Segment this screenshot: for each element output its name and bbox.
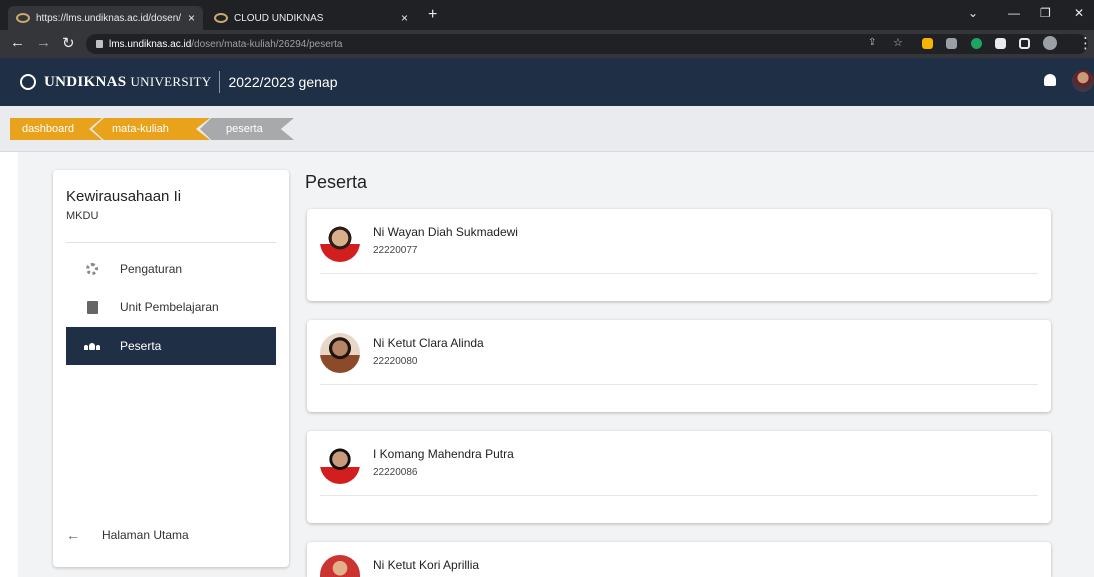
- participant-photo: [320, 333, 360, 373]
- restore-icon[interactable]: ❐: [1040, 6, 1051, 20]
- card-divider: [320, 384, 1038, 385]
- brand-name[interactable]: UNDIKNAS UNIVERSITY: [44, 74, 211, 91]
- sidebar-item-label: Unit Pembelajaran: [120, 300, 219, 314]
- book-icon: [80, 300, 104, 314]
- participant-name: Ni Wayan Diah Sukmadewi: [373, 225, 518, 239]
- participant-card[interactable]: I Komang Mahendra Putra 22220086: [307, 431, 1051, 523]
- camera-extension-icon[interactable]: [946, 38, 957, 49]
- close-window-icon[interactable]: ✕: [1074, 6, 1084, 20]
- home-link-label: Halaman Utama: [102, 528, 189, 542]
- participant-name: I Komang Mahendra Putra: [373, 447, 514, 461]
- participant-photo: [320, 222, 360, 262]
- sidebar-item-pengaturan[interactable]: Pengaturan: [66, 250, 276, 288]
- participant-name: Ni Ketut Kori Aprillia: [373, 558, 480, 572]
- url-host: lms.undiknas.ac.id: [109, 38, 192, 50]
- people-icon: [80, 342, 104, 350]
- bookmark-star-icon[interactable]: ☆: [893, 36, 904, 49]
- minimize-icon[interactable]: —: [1008, 6, 1020, 20]
- reload-icon[interactable]: ↻: [62, 34, 75, 52]
- notification-bell-icon[interactable]: [1044, 74, 1056, 86]
- participant-nim: 22220077: [373, 245, 418, 256]
- back-icon[interactable]: ←: [10, 34, 25, 51]
- undiknas-logo-icon: [20, 74, 36, 90]
- tab-title: CLOUD UNDIKNAS: [234, 12, 324, 24]
- drive-extension-icon[interactable]: [922, 38, 933, 49]
- grammarly-extension-icon[interactable]: [971, 38, 982, 49]
- brand-sub: UNIVERSITY: [130, 73, 212, 89]
- tab-search-icon[interactable]: ⌄: [968, 6, 978, 20]
- browser-tab-bar: https://lms.undiknas.ac.id/dosen/ × CLOU…: [0, 0, 1094, 30]
- side-panel-icon[interactable]: [1019, 38, 1030, 49]
- profile-avatar-icon[interactable]: [1043, 36, 1057, 50]
- browser-tab-cloud[interactable]: CLOUD UNDIKNAS ×: [206, 6, 416, 30]
- course-title: Kewirausahaan Ii: [66, 188, 182, 205]
- close-tab-icon[interactable]: ×: [401, 11, 408, 25]
- forward-icon[interactable]: →: [36, 34, 51, 51]
- course-sidebar: Kewirausahaan Ii MKDU Pengaturan Unit Pe…: [53, 170, 289, 567]
- browser-toolbar: ← → ↻ lms.undiknas.ac.id /dosen/mata-kul…: [0, 30, 1094, 58]
- undiknas-favicon-icon: [214, 13, 228, 23]
- address-bar[interactable]: lms.undiknas.ac.id /dosen/mata-kuliah/26…: [86, 34, 1088, 54]
- user-avatar[interactable]: [1072, 70, 1094, 92]
- participant-nim: 22220086: [373, 467, 418, 478]
- close-tab-icon[interactable]: ×: [188, 11, 195, 25]
- undiknas-favicon-icon: [16, 13, 30, 23]
- participant-photo: [320, 555, 360, 577]
- participant-name: Ni Ketut Clara Alinda: [373, 336, 484, 350]
- academic-term: 2022/2023 genap: [228, 74, 338, 90]
- participant-card[interactable]: Ni Ketut Clara Alinda 22220080: [307, 320, 1051, 412]
- brand-main: UNDIKNAS: [44, 73, 127, 90]
- sidebar-divider: [66, 242, 276, 243]
- arrow-left-icon: ←: [66, 527, 80, 543]
- sidebar-item-label: Pengaturan: [120, 262, 183, 276]
- card-divider: [320, 495, 1038, 496]
- card-divider: [320, 273, 1038, 274]
- sidebar-item-peserta[interactable]: Peserta: [66, 327, 276, 365]
- browser-menu-icon[interactable]: ⋮: [1078, 34, 1093, 52]
- participant-card[interactable]: Ni Ketut Kori Aprillia: [307, 542, 1051, 577]
- lock-icon: [96, 40, 103, 48]
- gear-icon: [80, 263, 104, 275]
- home-link[interactable]: ← Halaman Utama: [66, 524, 189, 546]
- new-tab-icon[interactable]: +: [428, 6, 437, 24]
- extensions-puzzle-icon[interactable]: [995, 38, 1006, 49]
- tab-title: https://lms.undiknas.ac.id/dosen/: [36, 12, 182, 24]
- breadcrumb-dashboard[interactable]: dashboard: [10, 118, 102, 140]
- url-path: /dosen/mata-kuliah/26294/peserta: [191, 38, 343, 50]
- header-divider: [219, 71, 221, 93]
- course-code: MKDU: [66, 210, 99, 222]
- browser-tab-lms[interactable]: https://lms.undiknas.ac.id/dosen/ ×: [8, 6, 203, 30]
- app-header: UNDIKNAS UNIVERSITY 2022/2023 genap: [0, 58, 1094, 106]
- sidebar-item-unit-pembelajaran[interactable]: Unit Pembelajaran: [66, 288, 276, 326]
- participant-photo: [320, 444, 360, 484]
- participant-nim: 22220080: [373, 356, 418, 367]
- page-title: Peserta: [305, 172, 368, 192]
- breadcrumb-peserta: peserta: [200, 118, 294, 140]
- breadcrumb: peserta mata-kuliah dashboard: [0, 106, 1094, 152]
- breadcrumb-mata-kuliah[interactable]: mata-kuliah: [92, 118, 210, 140]
- sidebar-item-label: Peserta: [120, 339, 162, 353]
- participant-card[interactable]: Ni Wayan Diah Sukmadewi 22220077: [307, 209, 1051, 301]
- share-icon[interactable]: ⇪: [868, 37, 879, 48]
